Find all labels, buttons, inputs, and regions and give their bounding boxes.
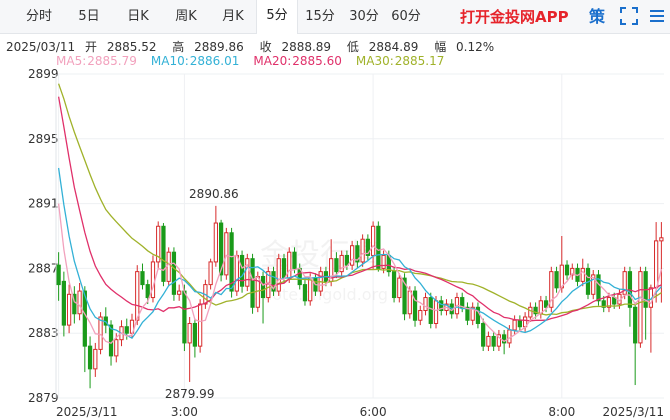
candle-body [428,297,433,324]
candle-body [287,251,292,279]
candle-body [633,306,638,344]
candle-body [302,284,308,302]
candle-body [171,251,177,295]
candle-body [135,271,140,321]
candle-body [564,264,570,276]
y-tick-label: 2895 [28,132,59,146]
candle-body [486,335,491,347]
candle-body [528,306,533,318]
annotation-low: 2879.99 [165,387,215,401]
line-ma30 [57,83,662,316]
candle-body [234,254,239,292]
kline-chart: 289928952891288728832879金投行情quote.cngold… [28,67,664,419]
candle-body [224,232,229,276]
candle-body [98,316,103,350]
candle-body [161,225,166,282]
candle-body [418,310,423,321]
candle-body [397,277,402,299]
candle-body [407,290,412,315]
y-tick-label: 2879 [28,391,59,405]
candle-body [370,225,376,256]
candle-body [308,277,313,302]
candle-body [344,254,350,266]
candle-body [93,348,98,370]
x-tick-label: 8:00 [548,405,575,419]
candle-body [77,290,82,315]
candle-body [360,238,365,263]
candle-body [198,303,203,347]
candle-body [66,293,72,326]
candle-body [412,290,418,321]
candle-body [61,280,66,326]
candle-body [580,267,585,282]
candle-body [334,258,339,273]
y-tick-label: 2891 [28,197,59,211]
candle-body [182,290,187,344]
candle-body [292,251,297,269]
candle-body [187,322,192,344]
candle-body [87,345,93,370]
candle-body [124,326,129,334]
candle-body [491,335,496,347]
candle-body [192,322,198,347]
candle-body [638,271,643,344]
candle-body [260,276,266,299]
candle-body [433,300,439,324]
candle-body [213,222,218,263]
candle-body [507,329,512,344]
y-tick-label: 2899 [28,67,59,81]
candle-body [350,245,355,266]
candle-body [250,258,255,308]
candle-body [654,240,659,289]
candle-body [239,254,245,287]
candle-body [376,225,381,269]
y-tick-label: 2887 [28,261,59,275]
y-tick-label: 2883 [28,326,59,340]
candle-body [245,258,250,287]
candle-body [150,261,156,299]
candle-body [391,271,397,299]
candle-body [512,319,517,331]
x-tick-label: 6:00 [360,405,387,419]
x-tick-label: 3:00 [171,405,198,419]
candle-body [208,261,213,286]
candle-body [145,284,150,299]
candle-body [276,258,281,292]
candle-body [517,319,522,328]
candle-body [114,339,119,357]
candle-body [166,251,171,282]
candle-body [423,297,428,312]
candle-body [140,271,145,286]
candle-body [559,264,564,289]
candle-body [177,290,182,295]
x-tick-label: 2025/3/11 [602,405,664,419]
candle-body [659,237,664,242]
candle-body [554,271,559,289]
candle-body [381,254,386,269]
candle-body [56,264,61,286]
annotation-high: 2890.86 [189,187,239,201]
candle-body [281,258,287,279]
candle-body [108,324,114,357]
x-tick-label: 2025/3/11 [56,405,118,419]
candle-body [481,322,486,347]
